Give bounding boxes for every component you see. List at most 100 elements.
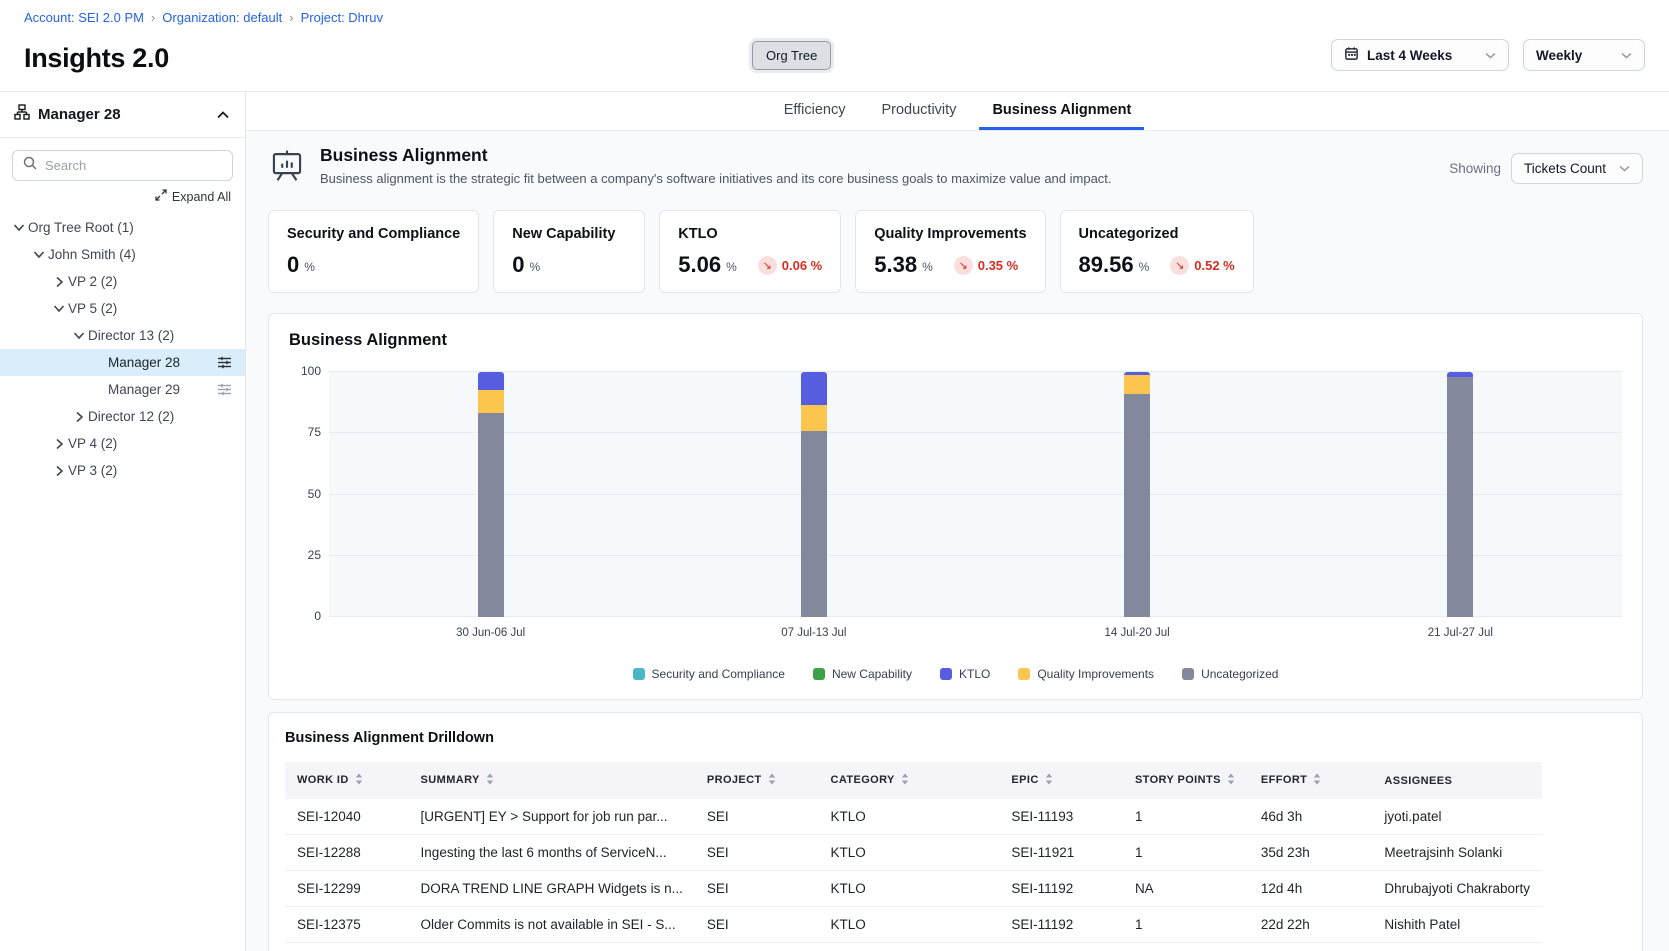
presentation-chart-icon [268, 147, 306, 190]
table-cell: Meetrajsinh Solanki [1372, 835, 1542, 871]
sort-icon[interactable] [355, 773, 363, 788]
table-cell: SEI-12299 [285, 871, 409, 907]
collapse-sidebar-button[interactable] [215, 109, 231, 121]
bar-segment-quality-improvements[interactable] [801, 405, 827, 430]
chart-bar-14-jul-20-jul[interactable] [1124, 372, 1150, 617]
chevron-down-icon[interactable] [30, 250, 48, 259]
tree-item-vp-3-2[interactable]: VP 3 (2) [0, 457, 245, 484]
breadcrumb-link-project[interactable]: Project: Dhruv [301, 10, 383, 25]
date-range-select[interactable]: Last 4 Weeks [1331, 39, 1509, 71]
legend-label: KTLO [959, 667, 990, 681]
bar-segment-ktlo[interactable] [1124, 372, 1150, 375]
expand-all-button[interactable]: Expand All [155, 189, 231, 204]
legend-label: Security and Compliance [652, 667, 785, 681]
chevron-down-icon[interactable] [10, 223, 28, 232]
column-header-work-id[interactable]: WORK ID [285, 762, 409, 799]
chevron-right-icon[interactable] [50, 276, 68, 288]
bar-segment-quality-improvements[interactable] [1124, 375, 1150, 394]
legend-item-quality-improvements[interactable]: Quality Improvements [1018, 667, 1154, 681]
trend-down-arrow-icon: ↘ [758, 256, 777, 275]
table-row-sei-12375[interactable]: SEI-12375Older Commits is not available … [285, 907, 1542, 943]
bar-segment-quality-improvements[interactable] [478, 390, 504, 413]
bar-segment-uncategorized[interactable] [801, 431, 827, 617]
tree-item-manager-28[interactable]: Manager 28 [0, 349, 245, 376]
org-chart-icon [14, 104, 30, 125]
column-header-assignees[interactable]: ASSIGNEES [1372, 762, 1542, 799]
table-row-sei-12040[interactable]: SEI-12040[URGENT] EY > Support for job r… [285, 799, 1542, 835]
tab-efficiency[interactable]: Efficiency [771, 92, 859, 130]
column-header-project[interactable]: PROJECT [695, 762, 819, 799]
breadcrumb-link-account[interactable]: Account: SEI 2.0 PM [24, 10, 144, 25]
search-input[interactable] [45, 158, 222, 173]
column-header-category[interactable]: CATEGORY [818, 762, 999, 799]
bar-segment-uncategorized[interactable] [478, 413, 504, 617]
sidebar-search[interactable] [12, 150, 233, 181]
kpi-change-badge: ↘0.06 % [758, 256, 822, 275]
kpi-value: 0 [512, 252, 524, 278]
table-row-sei-12305[interactable]: SEI-12305EY > Verify if ingestion is wor… [285, 943, 1542, 951]
tree-item-director-12-2[interactable]: Director 12 (2) [0, 403, 245, 430]
org-tree-button[interactable]: Org Tree [752, 41, 831, 70]
top-controls: Last 4 Weeks Weekly [1331, 39, 1645, 71]
sort-icon[interactable] [1313, 773, 1321, 788]
table-cell: 22d 22h [1249, 907, 1373, 943]
sort-icon[interactable] [768, 773, 776, 788]
chevron-down-icon[interactable] [70, 331, 88, 340]
table-cell: Older Commits is not available in SEI - … [409, 907, 695, 943]
column-header-summary[interactable]: SUMMARY [409, 762, 695, 799]
kpi-value-row: 5.38%↘0.35 % [874, 252, 1026, 278]
x-axis-tick-label: 14 Jul-20 Jul [1105, 627, 1170, 639]
legend-label: Quality Improvements [1037, 667, 1154, 681]
legend-item-new-capability[interactable]: New Capability [813, 667, 912, 681]
table-cell: SEI [695, 799, 819, 835]
legend-swatch [633, 668, 645, 680]
column-header-story-points[interactable]: STORY POINTS [1123, 762, 1249, 799]
table-cell: 1 [1123, 907, 1249, 943]
legend-item-ktlo[interactable]: KTLO [940, 667, 990, 681]
tree-item-vp-5-2[interactable]: VP 5 (2) [0, 295, 245, 322]
tree-item-manager-29[interactable]: Manager 29 [0, 376, 245, 403]
tree-item-john-smith-4[interactable]: John Smith (4) [0, 241, 245, 268]
tree-item-org-tree-root-1[interactable]: Org Tree Root (1) [0, 214, 245, 241]
bar-segment-ktlo[interactable] [801, 372, 827, 405]
tab-business-alignment[interactable]: Business Alignment [979, 92, 1144, 130]
org-tree-sidebar: Manager 28 Expand All Org Tre [0, 92, 246, 951]
column-header-epic[interactable]: EPIC [999, 762, 1123, 799]
filter-sliders-icon[interactable] [217, 383, 232, 396]
y-axis-tick-label: 0 [289, 609, 321, 623]
column-header-effort[interactable]: EFFORT [1249, 762, 1373, 799]
bar-segment-uncategorized[interactable] [1124, 394, 1150, 617]
table-cell: SEI-11921 [999, 835, 1123, 871]
bar-segment-ktlo[interactable] [1447, 372, 1473, 377]
filter-sliders-icon[interactable] [217, 356, 232, 369]
tab-productivity[interactable]: Productivity [868, 92, 969, 130]
breadcrumb-link-organization[interactable]: Organization: default [162, 10, 282, 25]
chevron-right-icon[interactable] [50, 438, 68, 450]
kpi-value: 0 [287, 252, 299, 278]
interval-select[interactable]: Weekly [1523, 39, 1645, 71]
legend-item-uncategorized[interactable]: Uncategorized [1182, 667, 1278, 681]
tree-item-director-13-2[interactable]: Director 13 (2) [0, 322, 245, 349]
app-root: Account: SEI 2.0 PM›Organization: defaul… [0, 0, 1669, 951]
showing-select[interactable]: Tickets Count [1511, 153, 1643, 184]
tree-item-vp-4-2[interactable]: VP 4 (2) [0, 430, 245, 457]
chevron-right-icon[interactable] [70, 411, 88, 423]
sort-icon[interactable] [901, 773, 909, 788]
sort-icon[interactable] [486, 773, 494, 788]
sort-icon[interactable] [1045, 773, 1053, 788]
chevron-down-icon[interactable] [50, 304, 68, 313]
chart-bar-30-jun-06-jul[interactable] [478, 372, 504, 617]
table-row-sei-12299[interactable]: SEI-12299DORA TREND LINE GRAPH Widgets i… [285, 871, 1542, 907]
table-cell: [URGENT] EY > Support for job run par... [409, 799, 695, 835]
chevron-right-icon[interactable] [50, 465, 68, 477]
tree-item-label: Manager 29 [108, 382, 180, 397]
kpi-card-row: Security and Compliance0%New Capability0… [268, 210, 1643, 293]
legend-item-security-and-compliance[interactable]: Security and Compliance [633, 667, 785, 681]
chart-bar-07-jul-13-jul[interactable] [801, 372, 827, 617]
tree-item-vp-2-2[interactable]: VP 2 (2) [0, 268, 245, 295]
table-row-sei-12288[interactable]: SEI-12288Ingesting the last 6 months of … [285, 835, 1542, 871]
bar-segment-uncategorized[interactable] [1447, 377, 1473, 617]
sort-icon[interactable] [1227, 773, 1235, 788]
bar-segment-ktlo[interactable] [478, 372, 504, 390]
chart-bar-21-jul-27-jul[interactable] [1447, 372, 1473, 617]
